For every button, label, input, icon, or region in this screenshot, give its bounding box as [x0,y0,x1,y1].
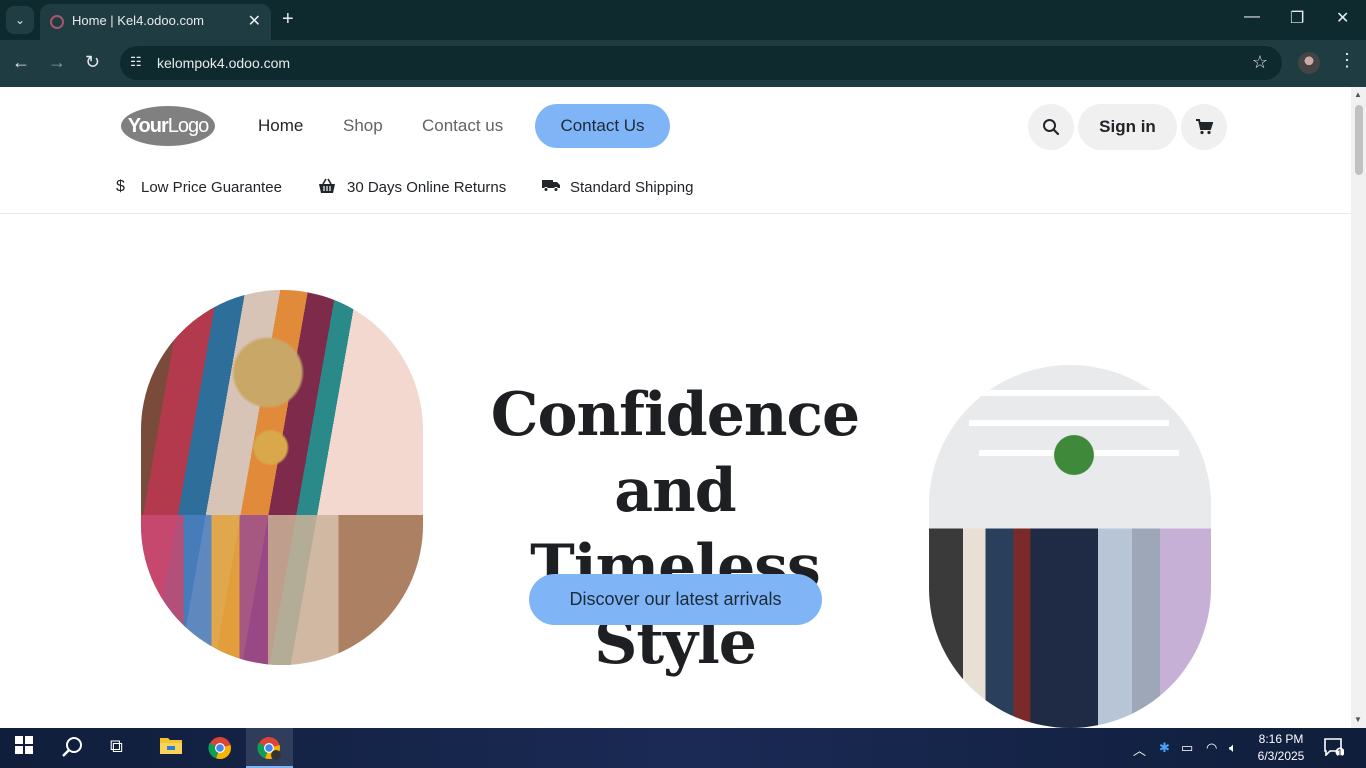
url-text[interactable]: kelompok4.odoo.com [157,55,290,71]
address-bar[interactable]: ☷ kelompok4.odoo.com ☆ [120,46,1282,80]
contact-us-button[interactable]: Contact Us [535,104,670,148]
browser-tab-bar: ⌄ Home | Kel4.odoo.com ✕ + — ❐ ✕ [0,0,1366,40]
tab-title: Home | Kel4.odoo.com [72,13,204,28]
clock-time: 8:16 PM [1258,732,1304,746]
logo-text-light: Logo [167,114,209,137]
nav-home[interactable]: Home [258,116,303,136]
reload-icon[interactable]: ↻ [85,52,100,73]
hero-title: Confidence and Timeless Style [440,377,910,681]
bluetooth-icon[interactable]: ✱ [1159,740,1170,756]
profile-avatar[interactable] [1298,52,1320,74]
bookmark-star-icon[interactable]: ☆ [1252,52,1268,73]
cart-button[interactable] [1181,104,1227,150]
clock-date: 6/3/2025 [1257,749,1305,763]
new-tab-button[interactable]: + [282,8,294,31]
site-info-icon[interactable]: ☷ [130,54,146,70]
nav-contact-us[interactable]: Contact us [422,116,503,136]
discover-arrivals-button[interactable]: Discover our latest arrivals [529,574,822,625]
basket-icon [318,178,336,199]
perk-shipping: Standard Shipping [570,179,694,196]
hero-image-store [929,365,1211,728]
tab-close-icon[interactable]: ✕ [248,11,261,31]
perk-price-guarantee: Low Price Guarantee [141,179,282,196]
forward-icon[interactable]: → [48,52,66,73]
volume-icon[interactable]: 🔈︎ [1229,740,1237,756]
taskbar-search-icon[interactable] [61,736,83,764]
cart-icon [1196,119,1213,135]
task-view-icon[interactable]: ⧉ [110,736,123,757]
back-icon[interactable]: ← [12,52,30,73]
sign-in-button[interactable]: Sign in [1078,104,1177,150]
hanging-plant [1049,425,1099,485]
dollar-icon: $ [116,178,125,195]
chrome-icon[interactable] [208,736,232,766]
odoo-favicon-icon [50,15,64,29]
tray-chevron-up-icon[interactable]: ︿ [1133,740,1146,759]
battery-icon[interactable]: ▭ [1181,740,1193,756]
chrome-profile-icon[interactable] [257,736,281,766]
scroll-up-arrow-icon[interactable]: ▲ [1354,90,1362,99]
hero-image-market [141,290,423,665]
restore-icon[interactable]: ❐ [1290,8,1304,28]
site-logo[interactable]: Your Logo [121,106,215,146]
browser-tab-active[interactable]: Home | Kel4.odoo.com ✕ [40,4,271,40]
nav-shop[interactable]: Shop [343,116,383,136]
windows-start-icon[interactable] [15,736,33,760]
notification-count: 1 [1337,748,1343,759]
minimize-icon[interactable]: — [1244,8,1260,26]
browser-toolbar: ← → ↻ ☷ kelompok4.odoo.com ☆ ⋮ [0,40,1366,87]
page-scrollbar[interactable]: ▲ ▼ [1351,87,1366,728]
file-explorer-icon[interactable] [160,736,182,760]
header-divider [0,213,1351,214]
web-page: Your Logo Home Shop Contact us Contact Us… [0,87,1351,728]
logo-text-bold: Your [127,114,169,137]
wifi-icon[interactable]: ◠ [1206,740,1217,756]
browser-menu-icon[interactable]: ⋮ [1338,50,1356,71]
search-icon [1043,119,1060,136]
perk-returns: 30 Days Online Returns [347,179,507,196]
close-window-icon[interactable]: ✕ [1336,8,1349,28]
search-button[interactable] [1028,104,1074,150]
system-clock[interactable]: 8:16 PM 6/3/2025 [1256,731,1306,765]
hero-title-line-1: Confidence and [490,380,860,526]
scroll-down-arrow-icon[interactable]: ▼ [1354,715,1362,724]
scroll-thumb[interactable] [1355,105,1363,175]
windows-taskbar: ⧉ ︿ ✱ ▭ ◠ 🔈︎ 8:16 PM 6/3/2025 1 [0,728,1366,768]
tab-search-button[interactable]: ⌄ [6,6,34,34]
truck-icon [542,178,560,197]
